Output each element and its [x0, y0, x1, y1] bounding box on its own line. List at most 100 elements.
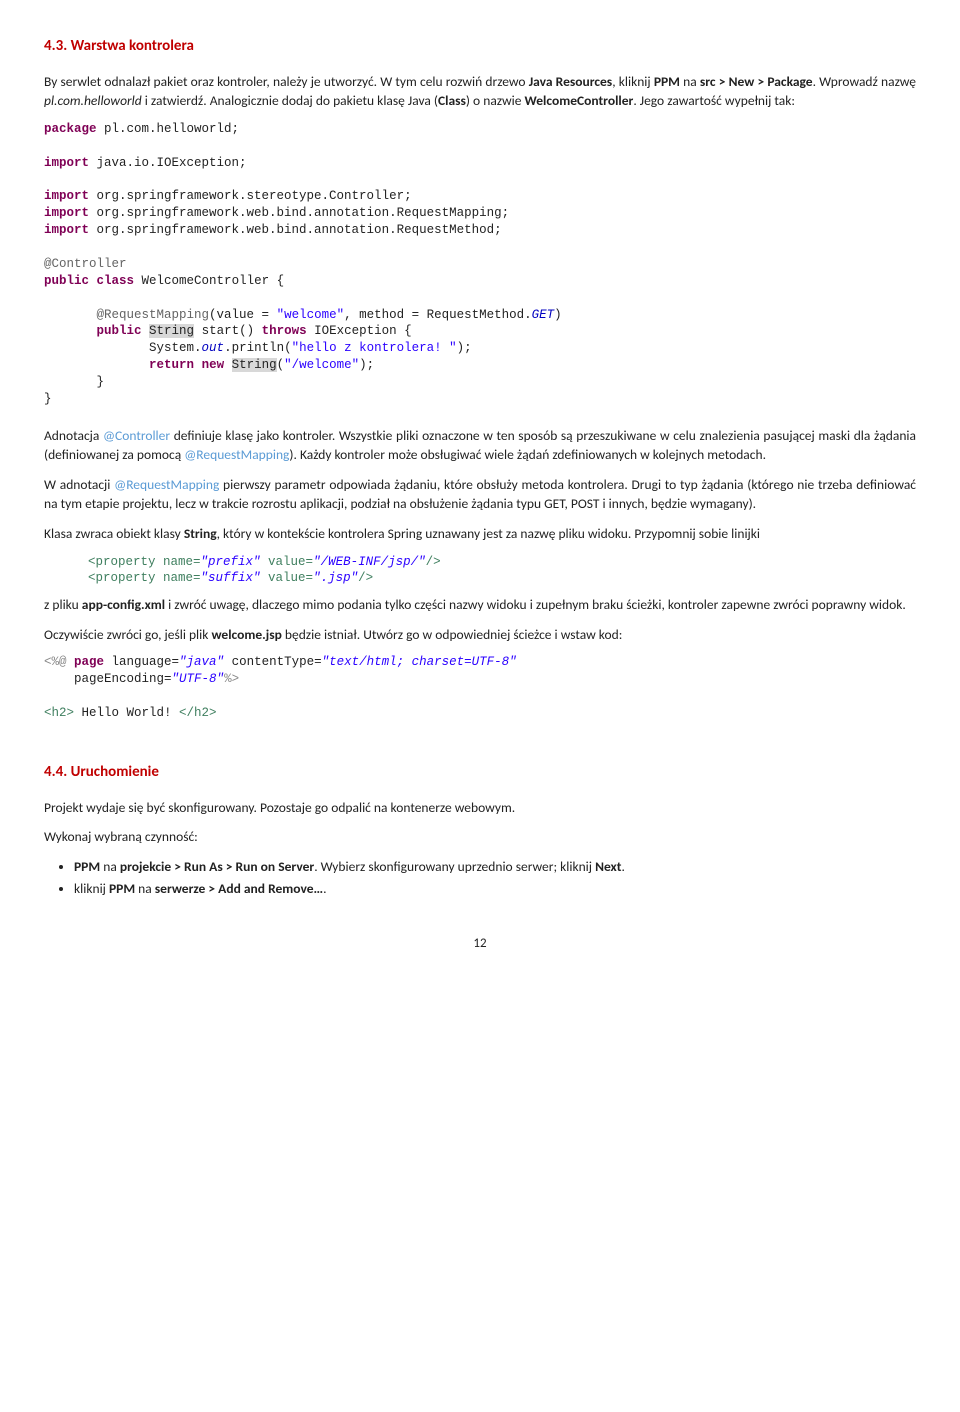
text-bold: Class	[438, 92, 466, 109]
code-text: System.	[149, 341, 202, 355]
kw: import	[44, 156, 89, 170]
text: Adnotacja	[44, 427, 103, 444]
section-title: Warstwa kontrolera	[71, 37, 194, 55]
paragraph-6: Oczywiście zwróci go, jeśli plik welcome…	[44, 625, 916, 645]
string: "java"	[179, 655, 224, 669]
highlight: String	[149, 324, 194, 338]
kw: class	[97, 274, 135, 288]
jsp-tag: %>	[224, 672, 239, 686]
code-text: (	[277, 358, 285, 372]
section-title: Uruchomienie	[71, 763, 159, 781]
text: z pliku	[44, 596, 82, 613]
code-text: }	[44, 392, 52, 406]
text: .	[621, 858, 624, 875]
kw: public	[97, 324, 142, 338]
text: By serwlet odnalazł pakiet oraz kontrole…	[44, 73, 529, 90]
string: "/welcome"	[284, 358, 359, 372]
code-text: org.springframework.web.bind.annotation.…	[89, 206, 509, 220]
list-item: PPM na projekcie > Run As > Run on Serve…	[74, 857, 916, 877]
text-bold: app-config.xml	[82, 596, 165, 613]
section-43-heading: 4.3. Warstwa kontrolera	[44, 36, 916, 58]
text: będzie istniał. Utwórz go w odpowiedniej…	[282, 626, 622, 643]
text: . Jego zawartość wypełnij tak:	[633, 92, 795, 109]
text-bold: WelcomeController	[525, 92, 634, 109]
kw: import	[44, 223, 89, 237]
code-text: start()	[194, 324, 262, 338]
annotation: @Controller	[44, 257, 127, 271]
code-italic: GET	[532, 308, 555, 322]
string: "UTF-8"	[172, 672, 225, 686]
paragraph-5: z pliku app-config.xml i zwróć uwagę, dl…	[44, 595, 916, 615]
code-text: Hello World!	[74, 706, 179, 720]
text: , który w kontekście kontrolera Spring u…	[217, 525, 760, 542]
text: Klasa zwraca obiekt klasy	[44, 525, 184, 542]
text-link: @RequestMapping	[114, 476, 219, 493]
text-link: @Controller	[103, 427, 170, 444]
kw: page	[74, 655, 104, 669]
code-text: , method = RequestMethod.	[344, 308, 532, 322]
text-bold: src > New > Package	[700, 73, 813, 90]
code-text: contentType=	[224, 655, 322, 669]
kw: throws	[262, 324, 307, 338]
paragraph-3: W adnotacji @RequestMapping pierwszy par…	[44, 475, 916, 514]
text: Oczywiście zwróci go, jeśli plik	[44, 626, 211, 643]
section-44-heading: 4.4. Uruchomienie	[44, 762, 916, 784]
code-block-2: <property name="prefix" value="/WEB-INF/…	[88, 554, 916, 588]
code-text: .println(	[224, 341, 292, 355]
code-text: org.springframework.stereotype.Controlle…	[89, 189, 412, 203]
text: i zatwierdź. Analogicznie dodaj do pakie…	[142, 92, 438, 109]
annotation: @RequestMapping	[97, 308, 210, 322]
text-bold: projekcie > Run As > Run on Server	[120, 858, 314, 875]
string: "welcome"	[277, 308, 345, 322]
xml: />	[358, 571, 373, 585]
code-text: org.springframework.web.bind.annotation.…	[89, 223, 502, 237]
bullet-list: PPM na projekcie > Run As > Run on Serve…	[74, 857, 916, 899]
xml: />	[426, 555, 441, 569]
paragraph-1: By serwlet odnalazł pakiet oraz kontrole…	[44, 72, 916, 111]
string: "text/html; charset=UTF-8"	[322, 655, 517, 669]
code-text: );	[359, 358, 374, 372]
code-text: pageEncoding=	[74, 672, 172, 686]
text: kliknij	[74, 880, 109, 897]
code-text: language=	[104, 655, 179, 669]
text-bold: welcome.jsp	[211, 626, 281, 643]
string: "suffix"	[201, 571, 261, 585]
text: .	[323, 880, 326, 897]
string: "/WEB-INF/jsp/"	[313, 555, 426, 569]
section-num: 4.3.	[44, 37, 67, 55]
xml: value=	[261, 555, 314, 569]
text: W adnotacji	[44, 476, 114, 493]
xml: value=	[261, 571, 314, 585]
tag: </h2>	[179, 706, 217, 720]
code-text: }	[97, 375, 105, 389]
code-text: WelcomeController {	[134, 274, 284, 288]
code-text: (value =	[209, 308, 277, 322]
paragraph-4: Klasa zwraca obiekt klasy String, który …	[44, 524, 916, 544]
text: . Wprowadź nazwę	[813, 73, 916, 90]
text: na	[680, 73, 700, 90]
paragraph-44-1: Projekt wydaje się być skonfigurowany. P…	[44, 798, 916, 818]
code-block-3: <%@ page language="java" contentType="te…	[44, 654, 916, 722]
kw: new	[202, 358, 225, 372]
text-italic: pl.com.helloworld	[44, 92, 142, 109]
text-bold: String	[184, 525, 217, 542]
text-bold: PPM	[74, 858, 100, 875]
kw: import	[44, 206, 89, 220]
list-item: kliknij PPM na serwerze > Add and Remove…	[74, 879, 916, 899]
kw: public	[44, 274, 89, 288]
code-text: IOException {	[307, 324, 412, 338]
text: . Wybierz skonfigurowany uprzednio serwe…	[314, 858, 595, 875]
text: ). Każdy kontroler może obsługiwać wiele…	[289, 446, 766, 463]
section-num: 4.4.	[44, 763, 67, 781]
text-link: @RequestMapping	[184, 446, 289, 463]
text: i zwróć uwagę, dlaczego mimo podania tyl…	[165, 596, 906, 613]
text-bold: Java Resources	[529, 73, 613, 90]
text-bold: Next	[595, 858, 621, 875]
jsp-tag: <%@	[44, 655, 74, 669]
highlight: String	[232, 358, 277, 372]
code-italic: out	[202, 341, 225, 355]
kw: return	[149, 358, 194, 372]
tag: <h2>	[44, 706, 74, 720]
string: "hello z kontrolera! "	[292, 341, 457, 355]
text-bold: serwerze > Add and Remove…	[155, 880, 323, 897]
